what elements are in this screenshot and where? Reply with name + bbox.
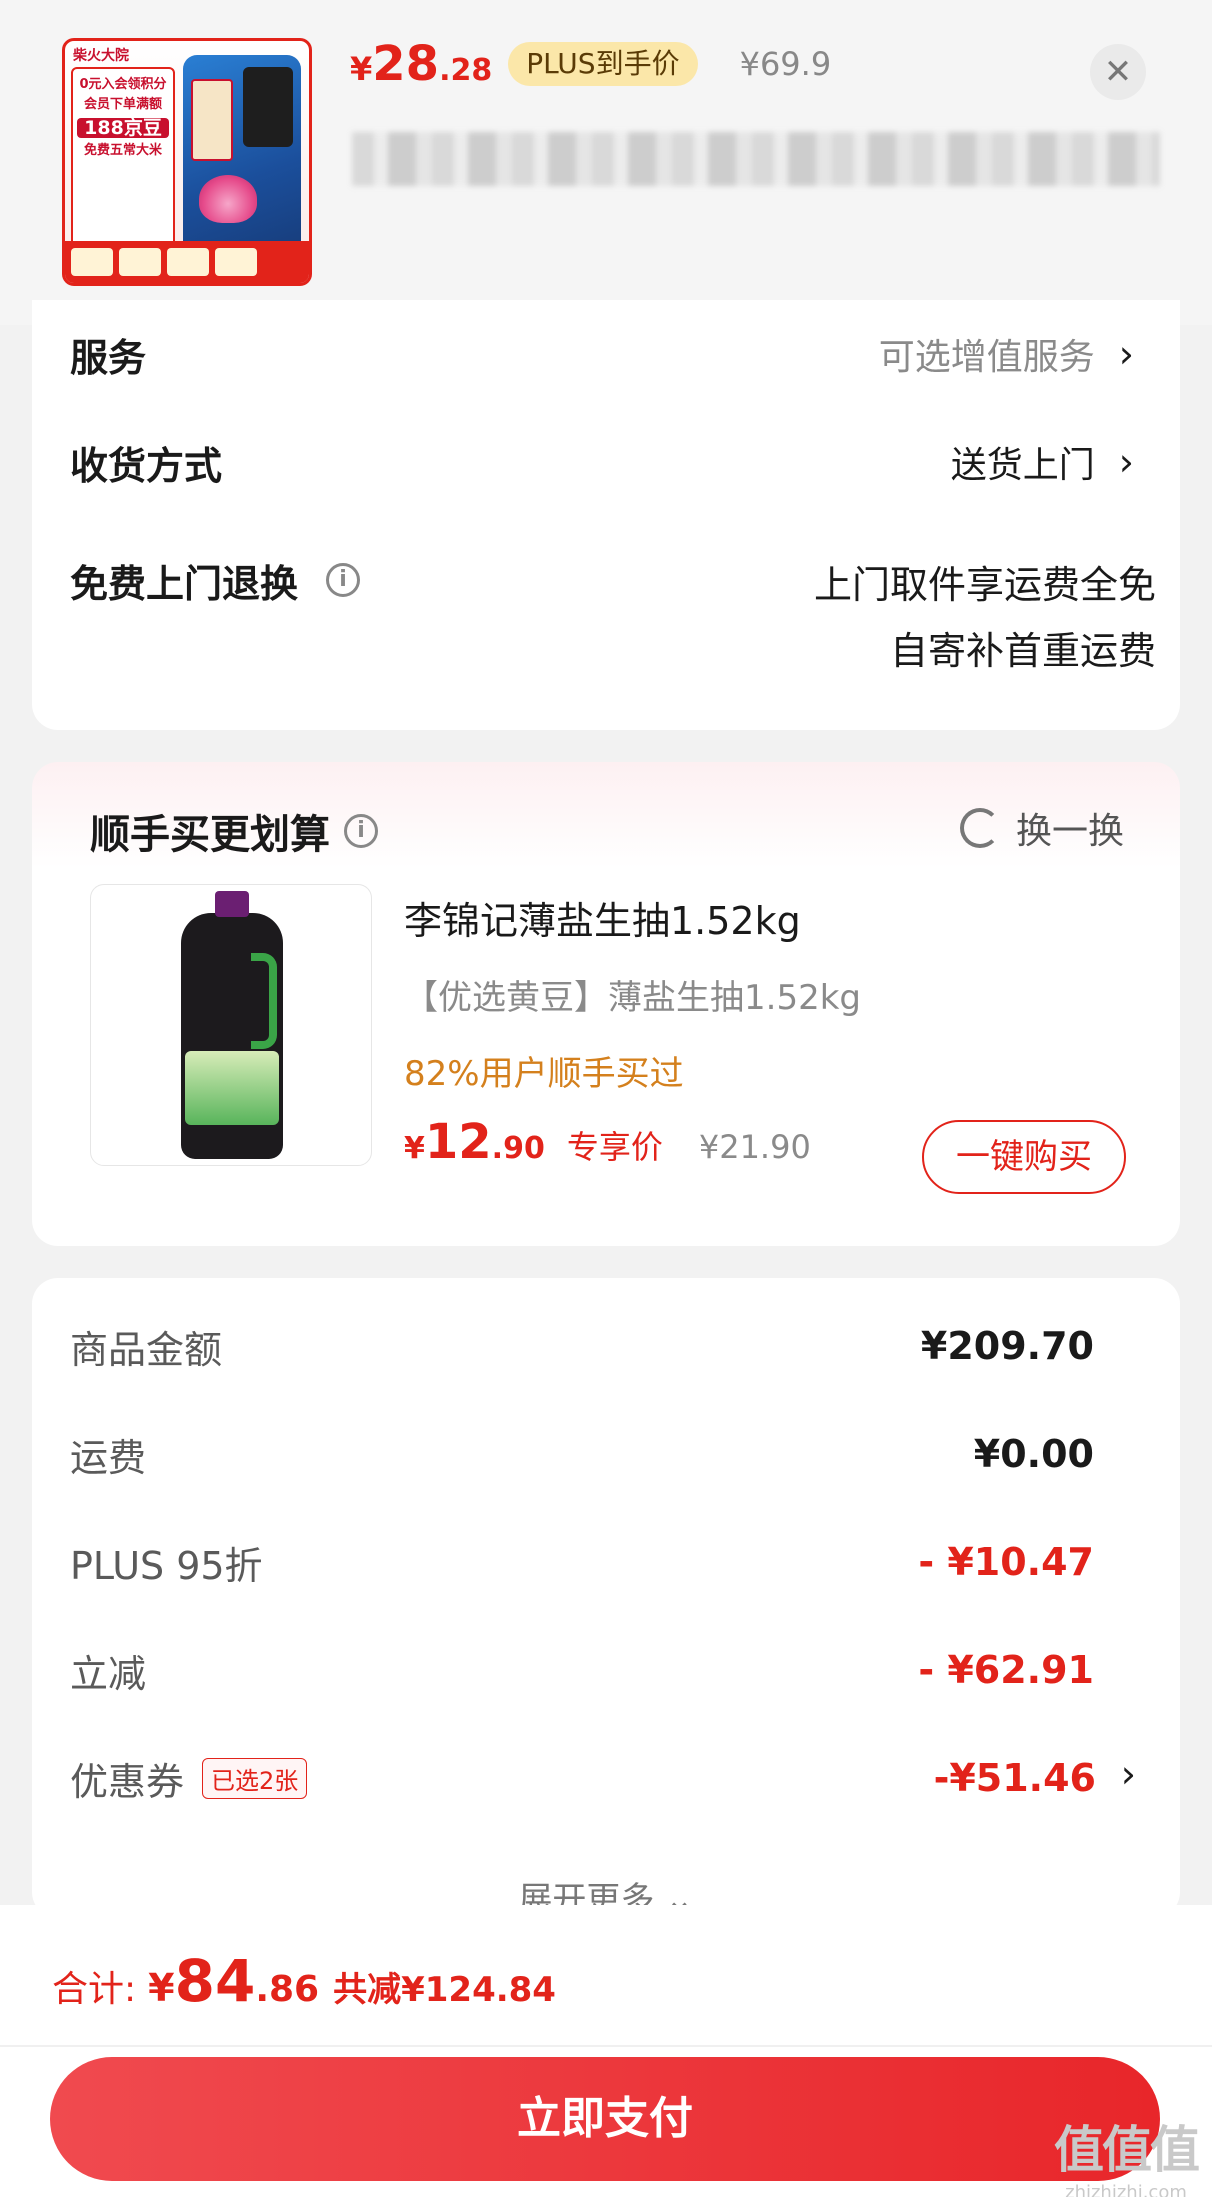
total-row: 合计: ¥84.86 共减¥124.84 — [52, 1947, 556, 2015]
thumbnail-promo-line: 免费五常大米 — [83, 143, 162, 158]
total-saved: 共减¥124.84 — [333, 1970, 556, 2010]
summary-value: ¥209.70 — [920, 1324, 1094, 1368]
service-row[interactable]: 服务 可选增值服务 › — [70, 326, 1134, 382]
summary-row: PLUS 95折 - ¥10.47 — [70, 1532, 1094, 1592]
price-row: ¥28.28 PLUS到手价 ¥69.9 — [350, 34, 831, 94]
promo-chip — [119, 248, 161, 276]
summary-label: 商品金额 — [70, 1327, 223, 1372]
chevron-right-icon: › — [1118, 332, 1134, 376]
checkout-footer: 合计: ¥84.86 共减¥124.84 立即支付 — [0, 1905, 1212, 2197]
price-symbol: ¥ — [404, 1131, 425, 1166]
addon-price: ¥12.90 专享价 ¥21.90 — [404, 1114, 811, 1170]
addon-recommendation-card: 顺手买更划算 i 换一换 李锦记薄盐生抽1.52kg 【优选黄豆】薄盐生抽1.5… — [32, 762, 1180, 1246]
addon-product-image[interactable] — [90, 884, 372, 1166]
return-policy-line: 上门取件享运费全免 — [813, 563, 1156, 607]
delivery-value: 送货上门 — [950, 445, 1095, 486]
summary-row: 商品金额 ¥209.70 — [70, 1316, 1094, 1376]
summary-label: PLUS 95折 — [70, 1543, 263, 1588]
summary-row: 运费 ¥0.00 — [70, 1424, 1094, 1484]
thumbnail-promo-line: 0元入会领积分 — [79, 77, 167, 92]
coupon-row[interactable]: 优惠券 已选2张 -¥51.46 — [70, 1748, 1096, 1808]
summary-value: - ¥62.91 — [918, 1648, 1094, 1692]
product-thumbnail[interactable]: 柴火大院 0元入会领积分 会员下单满额 188京豆 免费五常大米 — [62, 38, 312, 286]
plus-price-badge: PLUS到手价 — [508, 42, 698, 86]
summary-value: - ¥10.47 — [918, 1540, 1094, 1584]
return-label: 免费上门退换 — [70, 561, 299, 606]
refresh-button[interactable]: 换一换 — [959, 802, 1124, 854]
soy-sauce-bottle-image — [181, 891, 283, 1159]
one-click-buy-button[interactable]: 一键购买 — [922, 1120, 1126, 1194]
addon-product-name[interactable]: 李锦记薄盐生抽1.52kg — [404, 890, 801, 945]
addon-product-subtitle: 【优选黄豆】薄盐生抽1.52kg — [404, 978, 861, 1018]
promo-chip — [167, 248, 209, 276]
bag-label — [191, 79, 233, 161]
addon-title-text: 顺手买更划算 — [90, 812, 330, 858]
price-decimal: .90 — [491, 1131, 545, 1166]
summary-label: 运费 — [70, 1435, 147, 1480]
thumbnail-promo-line: 188京豆 — [77, 118, 169, 138]
summary-value: ¥0.00 — [973, 1432, 1094, 1476]
watermark-url: zhizhizhi.com — [1065, 2182, 1187, 2197]
product-header: 柴火大院 0元入会领积分 会员下单满额 188京豆 免费五常大米 ¥28.28 … — [0, 0, 1212, 325]
service-label: 服务 — [70, 335, 147, 380]
refresh-label: 换一换 — [1015, 811, 1124, 852]
rice-bag-image — [183, 55, 301, 255]
refresh-icon — [959, 808, 1000, 848]
site-watermark: 值值值 zhizhizhi.com — [1054, 2110, 1200, 2197]
divider — [0, 2045, 1212, 2047]
summary-label: 立减 — [70, 1651, 147, 1696]
service-value: 可选增值服务 — [878, 337, 1095, 378]
exclusive-price-tag: 专享价 — [566, 1128, 663, 1166]
total-decimal: .86 — [255, 1969, 320, 2010]
plus-price: ¥28.28 — [350, 36, 492, 92]
addon-purchase-stat: 82%用户顺手买过 — [404, 1054, 684, 1094]
chevron-right-icon[interactable]: › — [1121, 1752, 1136, 1796]
bottle-handle — [251, 953, 277, 1049]
total-label: 合计: — [52, 1969, 137, 2010]
coupon-selected-badge: 已选2张 — [202, 1757, 308, 1799]
thumbnail-promo-panel: 0元入会领积分 会员下单满额 188京豆 免费五常大米 — [71, 67, 175, 247]
addon-title: 顺手买更划算 i — [90, 802, 378, 860]
info-icon[interactable]: i — [326, 563, 361, 597]
promo-chip — [215, 248, 257, 276]
thumbnail-promo-line: 会员下单满额 — [83, 97, 162, 112]
return-policy-line: 自寄补首重运费 — [889, 629, 1156, 673]
lotus-image — [199, 175, 257, 223]
bottle-label — [185, 1051, 279, 1125]
price-decimal: .28 — [439, 53, 493, 88]
thumbnail-promo-strip — [65, 241, 309, 283]
close-icon[interactable]: ✕ — [1090, 44, 1146, 100]
summary-label: 优惠券 — [70, 1759, 185, 1804]
return-policy-text: 上门取件享运费全免 自寄补首重运费 — [814, 552, 1156, 684]
watermark-logo: 值值值 — [1054, 2121, 1200, 2179]
bag-award-tag — [243, 67, 293, 147]
promo-chip — [71, 248, 113, 276]
order-summary-card: 商品金额 ¥209.70 运费 ¥0.00 PLUS 95折 - ¥10.47 … — [32, 1278, 1180, 1920]
coupon-value: -¥51.46 — [933, 1756, 1096, 1800]
price-symbol: ¥ — [350, 50, 373, 88]
summary-row: 立减 - ¥62.91 — [70, 1640, 1094, 1700]
bottle-cap — [215, 891, 249, 917]
pay-now-button[interactable]: 立即支付 — [50, 2057, 1160, 2181]
original-price: ¥69.9 — [739, 45, 832, 83]
info-icon[interactable]: i — [344, 814, 378, 848]
price-integer: 28 — [372, 36, 440, 92]
total-symbol: ¥ — [148, 1966, 175, 2010]
total-integer: 84 — [174, 1947, 256, 2015]
thumbnail-brand: 柴火大院 — [73, 48, 129, 64]
addon-original-price: ¥21.90 — [698, 1128, 811, 1166]
delivery-label: 收货方式 — [70, 443, 223, 488]
blurred-product-title — [352, 132, 1160, 186]
price-integer: 12 — [424, 1114, 492, 1170]
chevron-right-icon: › — [1118, 440, 1134, 484]
delivery-method-row[interactable]: 收货方式 送货上门 › — [70, 434, 1134, 490]
